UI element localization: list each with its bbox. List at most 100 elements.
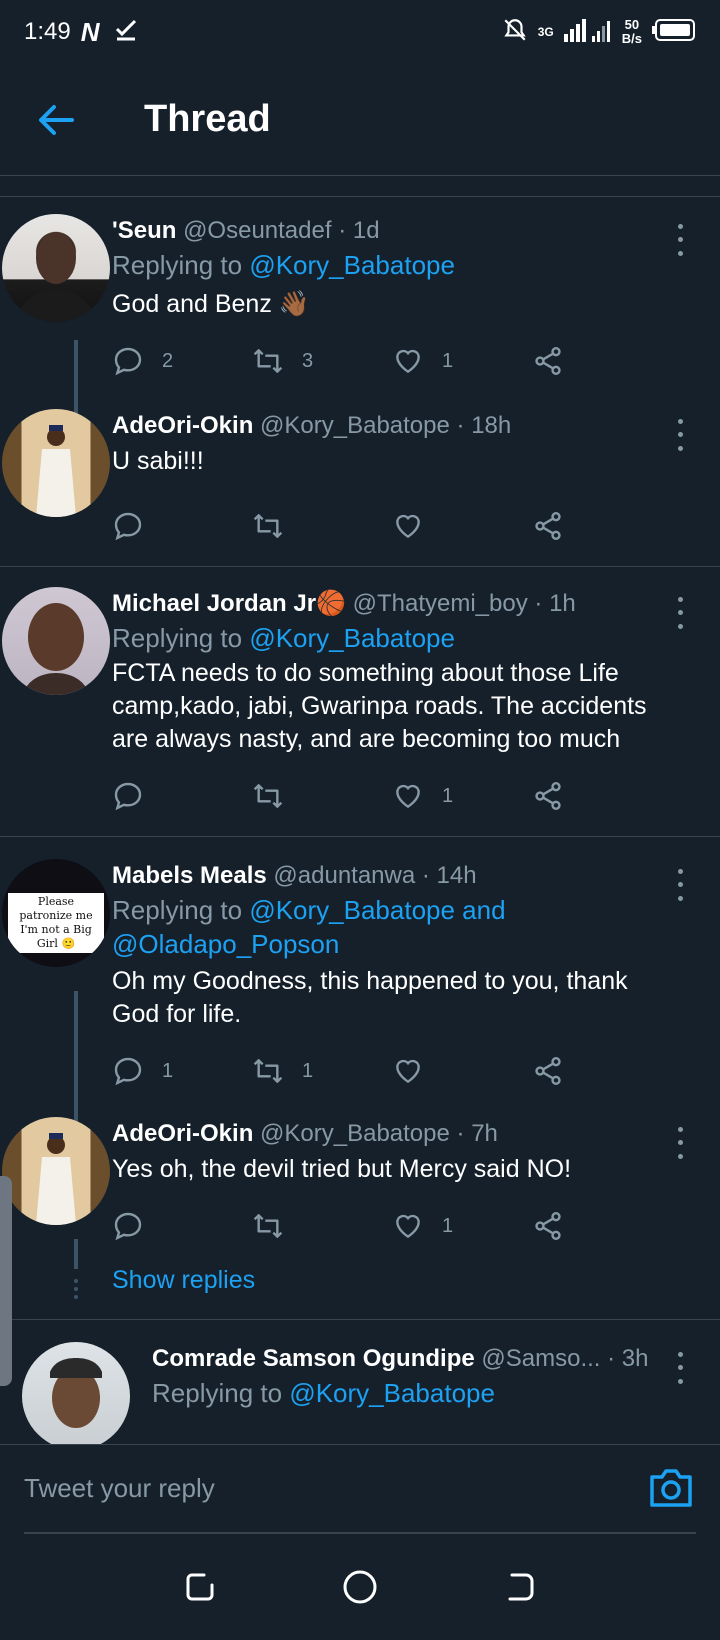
author-name[interactable]: Michael Jordan Jr🏀: [112, 590, 346, 617]
like-button[interactable]: 1: [392, 345, 532, 377]
tweet-text: God and Benz 👋🏾: [112, 290, 310, 318]
avatar[interactable]: [2, 409, 110, 517]
author-name[interactable]: Comrade Samson Ogundipe: [152, 1345, 475, 1372]
retweet-icon: [253, 514, 283, 538]
show-replies-link[interactable]: Show replies: [112, 1258, 672, 1319]
more-options-button[interactable]: [668, 593, 692, 633]
tweet-time: 3h: [621, 1345, 649, 1372]
author-handle[interactable]: @Thatyemi_boy: [353, 590, 528, 617]
retweet-button[interactable]: 1: [252, 1055, 392, 1087]
tweet-actions: 1: [112, 768, 672, 824]
share-button[interactable]: [532, 345, 672, 377]
avatar-column: [0, 1342, 152, 1444]
replying-to: Replying to @Kory_Babatope and @Oladapo_…: [112, 893, 672, 961]
share-button[interactable]: [532, 1055, 672, 1087]
reply-count: 1: [162, 1059, 174, 1082]
home-button[interactable]: [340, 1567, 380, 1607]
retweet-button[interactable]: [252, 780, 392, 812]
system-nav-bar: [0, 1534, 720, 1640]
separator-dot: ·: [456, 1120, 465, 1147]
like-button[interactable]: [392, 510, 532, 542]
tweet[interactable]: AdeOri-Okin @Kory_Babatope · 7h Yes oh, …: [0, 1111, 720, 1319]
more-options-button[interactable]: [668, 1123, 692, 1163]
tweet-meta: Michael Jordan Jr🏀 @Thatyemi_boy · 1h: [112, 587, 672, 621]
author-handle[interactable]: @Kory_Babatope: [260, 1120, 450, 1147]
reply-button[interactable]: 2: [112, 345, 252, 377]
more-options-button[interactable]: [668, 865, 692, 905]
reply-button[interactable]: 1: [112, 1055, 252, 1087]
avatar[interactable]: [22, 1342, 130, 1444]
author-handle[interactable]: @Kory_Babatope: [260, 412, 450, 439]
separator-dot: ·: [534, 590, 543, 617]
retweet-count: 1: [302, 1059, 314, 1082]
status-bar: 1:49 N 3G 50 B/s: [0, 0, 720, 64]
retweet-button[interactable]: 3: [252, 345, 392, 377]
author-name[interactable]: AdeOri-Okin: [112, 412, 253, 439]
separator-dot: ·: [338, 217, 347, 244]
avatar-portrait: [36, 425, 76, 517]
author-name[interactable]: Mabels Meals: [112, 862, 267, 889]
net-speed-unit: B/s: [621, 31, 642, 46]
more-options-button[interactable]: [668, 220, 692, 260]
thread-feed[interactable]: 'Seun @Oseuntadef · 1d Replying to @Kory…: [0, 198, 720, 1444]
tweet[interactable]: 'Seun @Oseuntadef · 1d Replying to @Kory…: [0, 198, 720, 426]
camera-button[interactable]: [648, 1467, 694, 1509]
author-handle[interactable]: @Oseuntadef: [183, 217, 331, 244]
back-button[interactable]: [0, 64, 112, 176]
reply-icon: [114, 1212, 142, 1241]
tweet[interactable]: Comrade Samson Ogundipe @Samso... · 3h R…: [0, 1319, 720, 1444]
tweet-actions: 2 3 1: [112, 333, 672, 389]
reply-button[interactable]: [112, 510, 252, 542]
recents-button[interactable]: [180, 1567, 220, 1607]
avatar[interactable]: [2, 587, 110, 695]
avatar[interactable]: [2, 1117, 110, 1225]
reply-input[interactable]: Tweet your reply: [24, 1445, 624, 1531]
author-handle[interactable]: @Samso...: [481, 1345, 600, 1372]
separator-dot: ·: [456, 412, 465, 439]
retweet-button[interactable]: [252, 1210, 392, 1242]
avatar[interactable]: Please patronize me I'm not a Big Girl 🙂: [2, 859, 110, 967]
replying-to-link[interactable]: @Kory_Babatope: [289, 1378, 495, 1408]
tweet-actions: 1: [112, 1198, 672, 1254]
more-options-button[interactable]: [668, 415, 692, 455]
replying-to-link[interactable]: @Kory_Babatope: [249, 623, 455, 653]
tweet-meta: AdeOri-Okin @Kory_Babatope · 7h: [112, 1117, 672, 1151]
retweet-button[interactable]: [252, 510, 392, 542]
signal-icon: [563, 18, 612, 47]
camera-icon: [650, 1469, 692, 1507]
tweet-time: 18h: [471, 412, 512, 439]
tweet-actions: 1 1: [112, 1043, 672, 1099]
like-button[interactable]: [392, 1055, 532, 1087]
tweet[interactable]: AdeOri-Okin @Kory_Babatope · 18h U sabi!…: [0, 401, 720, 566]
thread-continuation-dots: [74, 1279, 78, 1299]
like-button[interactable]: 1: [392, 1210, 532, 1242]
tweet[interactable]: Please patronize me I'm not a Big Girl 🙂…: [0, 836, 720, 1143]
retweet-icon: [253, 1214, 283, 1238]
tweet[interactable]: Michael Jordan Jr🏀 @Thatyemi_boy · 1h Re…: [0, 566, 720, 836]
back-nav-button[interactable]: [500, 1567, 540, 1607]
author-handle[interactable]: @aduntanwa: [273, 862, 415, 889]
author-name[interactable]: AdeOri-Okin: [112, 1120, 253, 1147]
home-circle-icon: [343, 1570, 377, 1604]
avatar[interactable]: [2, 214, 110, 322]
reply-button[interactable]: [112, 1210, 252, 1242]
more-options-button[interactable]: [668, 1348, 692, 1388]
reply-count: 2: [162, 349, 174, 372]
thread-line: [74, 1239, 78, 1269]
replying-to-link[interactable]: @Kory_Babatope: [249, 250, 455, 280]
battery-icon: [652, 18, 696, 46]
share-icon: [535, 512, 561, 540]
tweet-actions: [112, 498, 672, 554]
mute-icon: [502, 17, 528, 48]
share-button[interactable]: [532, 780, 672, 812]
like-count: 1: [442, 1214, 454, 1237]
tweet-meta: Comrade Samson Ogundipe @Samso... · 3h: [152, 1342, 672, 1376]
replying-to-label: Replying to: [112, 250, 250, 280]
reply-button[interactable]: [112, 780, 252, 812]
author-name[interactable]: 'Seun: [112, 217, 176, 244]
retweet-icon: [253, 1059, 283, 1083]
like-button[interactable]: 1: [392, 780, 532, 812]
scroll-handle[interactable]: [0, 1176, 12, 1386]
share-button[interactable]: [532, 1210, 672, 1242]
share-button[interactable]: [532, 510, 672, 542]
